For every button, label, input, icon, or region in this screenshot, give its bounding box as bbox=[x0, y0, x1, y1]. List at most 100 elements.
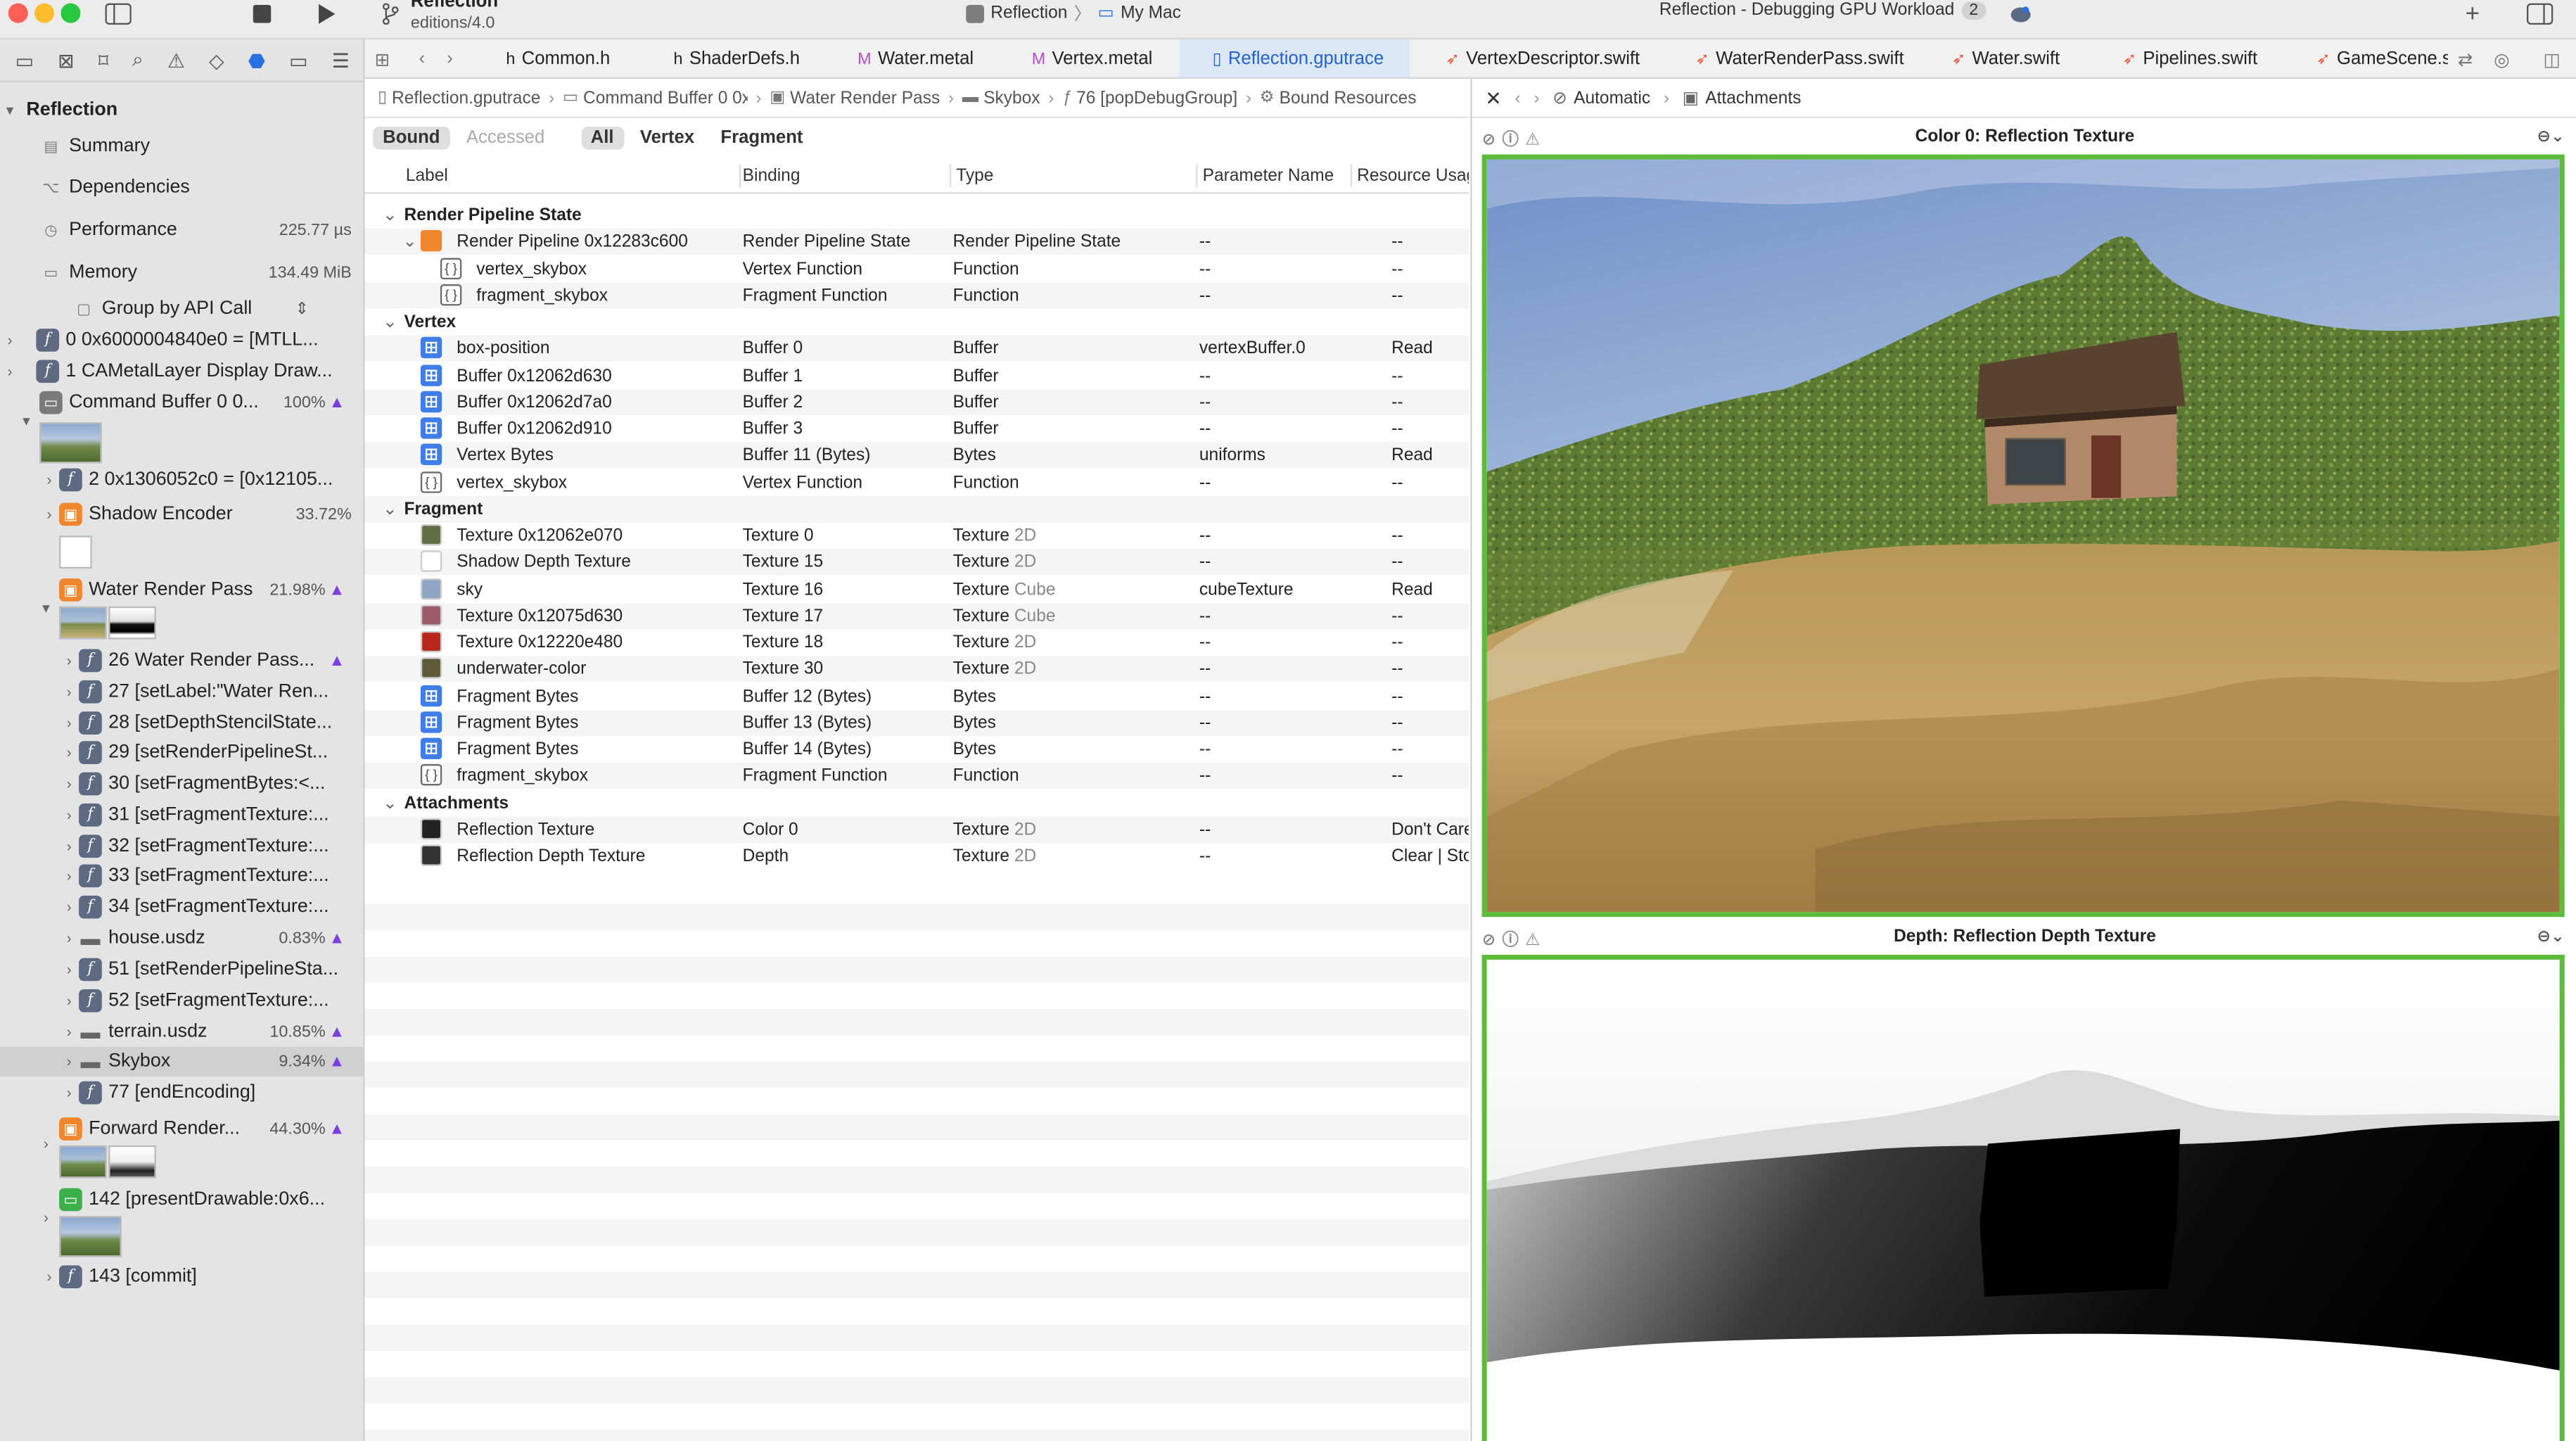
forward-icon[interactable]: › bbox=[447, 39, 453, 77]
tab-vertexdescriptor-swift[interactable]: ➶ VertexDescriptor.swift bbox=[1446, 39, 1676, 77]
tab-common-h[interactable]: h Common.h bbox=[506, 39, 670, 77]
table-row[interactable]: Fragment Bytes Buffer 14 (Bytes) Bytes -- -- bbox=[364, 736, 1468, 762]
disclosure-open-icon[interactable]: ▾ bbox=[36, 599, 56, 617]
tab-water-metal[interactable]: M Water.metal bbox=[857, 39, 1022, 77]
disclosure-closed-icon[interactable]: › bbox=[59, 930, 79, 946]
table-row[interactable]: Reflection Depth Texture Depth Texture 2D -… bbox=[364, 843, 1469, 869]
forward-icon[interactable]: › bbox=[1534, 88, 1539, 108]
command-buffer-thumbnail[interactable] bbox=[39, 422, 102, 464]
disclosure-closed-icon[interactable]: › bbox=[36, 1136, 56, 1152]
disclosure-open-icon[interactable]: ▾ bbox=[0, 101, 20, 120]
table-row[interactable]: Vertex Bytes Buffer 11 (Bytes) Bytes unifor… bbox=[364, 442, 1469, 469]
table-section-row[interactable]: ⌄ Fragment bbox=[364, 495, 1469, 523]
find-icon[interactable]: ⌕ bbox=[132, 48, 144, 72]
disclosure-open-icon[interactable]: ⌄ bbox=[383, 312, 397, 332]
filter-bound[interactable]: Bound bbox=[373, 126, 450, 150]
table-row[interactable]: Buffer 0x12062d7a0 Buffer 2 Buffer -- -- bbox=[364, 388, 1469, 416]
disclosure-closed-icon[interactable]: › bbox=[59, 715, 79, 731]
nav-call-0[interactable]: › f 0 0x6000004840e0 = [MTLL... bbox=[0, 325, 364, 355]
viewer-mode-selector[interactable]: Automatic bbox=[1574, 88, 1650, 108]
breadcrumb-item[interactable]: Skybox bbox=[983, 88, 1040, 108]
nav-root[interactable]: ▾ Reflection bbox=[0, 95, 364, 125]
table-section-row[interactable]: ⌄ Vertex bbox=[364, 309, 1468, 335]
shadow-thumbnail[interactable] bbox=[59, 535, 92, 569]
disclosure-closed-icon[interactable]: › bbox=[59, 1084, 79, 1100]
warning-icon[interactable]: ▲ bbox=[329, 581, 345, 599]
depth-attachment-frame[interactable] bbox=[1481, 954, 2565, 1441]
disclosure-open-icon[interactable]: ⌄ bbox=[383, 205, 397, 225]
nav-forward-disclosure[interactable]: › bbox=[0, 1134, 364, 1153]
nav-call-28[interactable]: › f 28 [setDepthStencilState... bbox=[0, 709, 364, 738]
overlap-icon[interactable]: ◎ bbox=[2494, 39, 2509, 77]
disclosure-open-icon[interactable]: ▾ bbox=[16, 412, 36, 430]
nav-call-33[interactable]: › f 33 [setFragmentTexture:... bbox=[0, 861, 364, 891]
table-row[interactable]: Reflection Texture Color 0 Texture 2D -- Don… bbox=[364, 816, 1469, 843]
column-resource-usage[interactable]: Resource Usag bbox=[1357, 166, 1469, 186]
table-row[interactable]: box-position Buffer 0 Buffer vertexBuffer.0… bbox=[364, 336, 1469, 362]
table-row[interactable]: Texture 0x12220e480 Texture 18 Texture 2D -… bbox=[364, 629, 1468, 655]
nav-call-26[interactable]: › f 26 Water Render Pass... ▲ bbox=[0, 646, 364, 675]
back-icon[interactable]: ‹ bbox=[419, 39, 426, 77]
debug-icon[interactable]: ⬣ bbox=[248, 49, 265, 72]
disclosure-closed-icon[interactable]: › bbox=[59, 775, 79, 792]
breadcrumb-item[interactable]: 76 [popDebugGroup] bbox=[1076, 88, 1237, 108]
nav-water-disclosure[interactable]: ▾ bbox=[0, 598, 364, 618]
breadcrumb-item[interactable]: Water Render Pass bbox=[790, 88, 940, 108]
split-editor-icon[interactable]: ◫ bbox=[2543, 39, 2560, 77]
attachment-tools-icons[interactable]: ⊘ⓘ⚠ bbox=[1482, 925, 1547, 949]
test-icon[interactable]: ◇ bbox=[209, 49, 224, 72]
table-row[interactable]: Texture 0x12062e070 Texture 0 Texture 2D --… bbox=[364, 523, 1468, 549]
table-row[interactable]: Fragment Bytes Buffer 13 (Bytes) Bytes -- -- bbox=[364, 709, 1469, 736]
bookmark-icon[interactable]: ⌑ bbox=[98, 49, 108, 72]
color-attachment-frame[interactable] bbox=[1481, 154, 2565, 918]
disclosure-open-icon[interactable]: ⌄ bbox=[383, 499, 397, 519]
close-window-button[interactable] bbox=[8, 3, 28, 23]
column-type[interactable]: Type bbox=[956, 166, 993, 186]
disclosure-closed-icon[interactable]: › bbox=[59, 838, 79, 854]
disclosure-closed-icon[interactable]: › bbox=[59, 1024, 79, 1040]
disclosure-closed-icon[interactable]: › bbox=[59, 652, 79, 668]
report-icon[interactable]: ☰ bbox=[332, 49, 350, 72]
tab-reflection-gputrace[interactable]: ▯ Reflection.gputrace bbox=[1179, 39, 1410, 77]
nav-call-31[interactable]: › f 31 [setFragmentTexture:... bbox=[0, 800, 364, 830]
project-branch[interactable]: editions/4.0 bbox=[411, 15, 495, 33]
table-row[interactable]: Texture 0x12075d630 Texture 17 Texture Cub… bbox=[364, 602, 1469, 629]
disclosure-closed-icon[interactable]: › bbox=[59, 899, 79, 915]
branch-icon[interactable] bbox=[378, 0, 401, 26]
nav-group-skybox[interactable]: › ▬ Skybox 9.34% ▲ bbox=[0, 1046, 365, 1077]
nav-call-2[interactable]: › f 2 0x1306052c0 = [0x12105... bbox=[0, 465, 364, 495]
disclosure-closed-icon[interactable]: › bbox=[59, 807, 79, 823]
disclosure-closed-icon[interactable]: › bbox=[39, 471, 59, 488]
table-row[interactable]: { } vertex_skybox Vertex Function Function -… bbox=[364, 469, 1468, 495]
attachment-tools-icons[interactable]: ⊘ⓘ⚠ bbox=[1482, 124, 1547, 149]
column-label[interactable]: Label bbox=[406, 166, 448, 186]
more-menu-icon[interactable]: ⊖⌄ bbox=[2537, 927, 2565, 946]
disclosure-closed-icon[interactable]: › bbox=[36, 1210, 56, 1226]
warning-icon[interactable]: ▲ bbox=[329, 393, 345, 412]
minimize-window-button[interactable] bbox=[34, 3, 55, 23]
tab-vertex-metal[interactable]: M Vertex.metal bbox=[1032, 39, 1197, 77]
reflection-color-thumbnail[interactable] bbox=[59, 606, 107, 640]
filter-all[interactable]: All bbox=[580, 126, 624, 150]
inspector-toggle-icon[interactable] bbox=[2525, 0, 2555, 26]
viewer-section[interactable]: Attachments bbox=[1705, 88, 1801, 108]
table-row[interactable]: Shadow Depth Texture Texture 15 Texture 2D… bbox=[364, 549, 1469, 576]
disclosure-open-icon[interactable]: ⌄ bbox=[402, 232, 417, 252]
column-divider[interactable] bbox=[949, 164, 952, 188]
nav-call-30[interactable]: › f 30 [setFragmentBytes:<... bbox=[0, 769, 364, 799]
table-row[interactable]: Fragment Bytes Buffer 12 (Bytes) Bytes -- -- bbox=[364, 683, 1468, 709]
breadcrumb-item[interactable]: Bound Resources bbox=[1280, 88, 1417, 108]
table-row[interactable]: sky Texture 16 Texture Cube cubeTexture Read bbox=[364, 576, 1468, 602]
table-row[interactable]: Buffer 0x12062d910 Buffer 3 Buffer -- -- bbox=[364, 416, 1468, 442]
reflection-depth-thumbnail[interactable] bbox=[108, 606, 156, 640]
folder-icon[interactable]: ▭ bbox=[15, 49, 34, 72]
disclosure-closed-icon[interactable]: › bbox=[39, 1269, 59, 1285]
column-binding[interactable]: Binding bbox=[743, 166, 801, 186]
nav-call-143[interactable]: › f 143 [commit] bbox=[0, 1262, 364, 1292]
nav-call-51[interactable]: › f 51 [setRenderPipelineSta... bbox=[0, 955, 364, 984]
forward-depth-thumbnail[interactable] bbox=[108, 1145, 156, 1179]
breakpoint-icon[interactable]: ▭ bbox=[289, 49, 307, 72]
disclosure-closed-icon[interactable]: › bbox=[59, 868, 79, 884]
disclosure-closed-icon[interactable]: › bbox=[59, 993, 79, 1009]
table-row[interactable]: { } vertex_skybox Vertex Function Function -… bbox=[364, 255, 1468, 281]
